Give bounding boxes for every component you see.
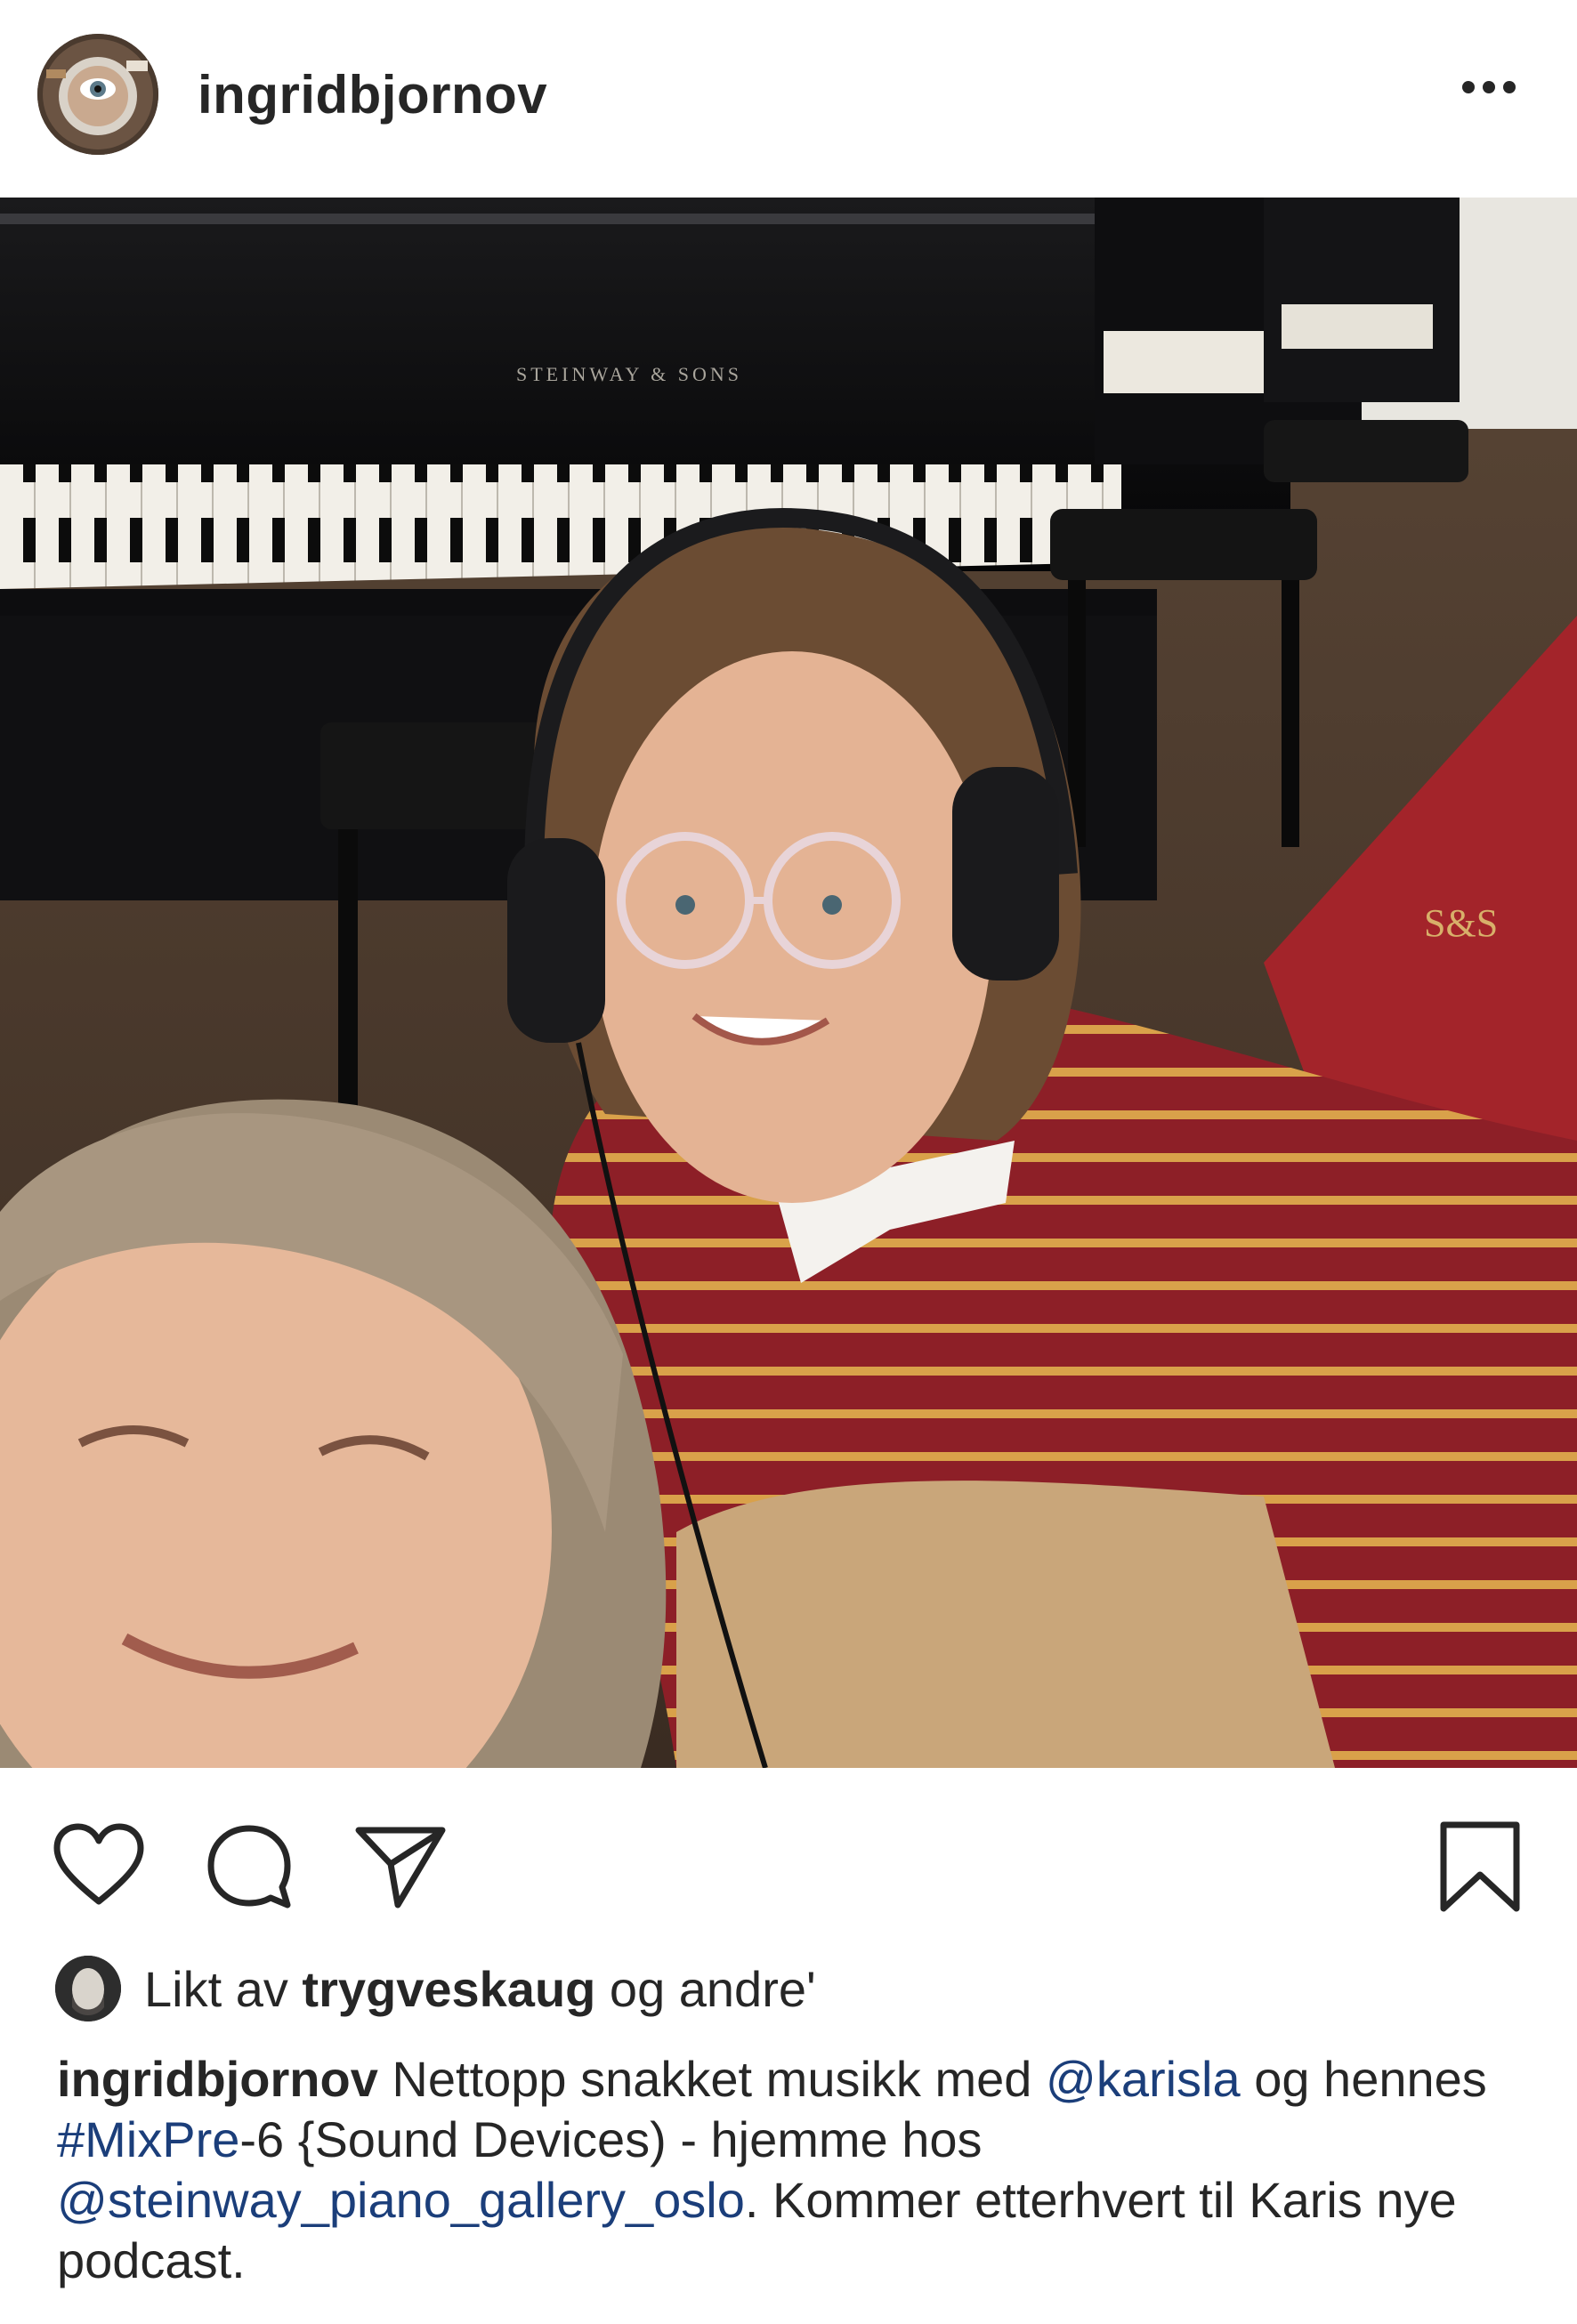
post-photo[interactable]: S&S STEINWAY & SONS — [0, 198, 1577, 1768]
bookmark-icon[interactable] — [1431, 1818, 1529, 1916]
liker-avatar[interactable] — [55, 1956, 121, 2021]
likes-user-link[interactable]: trygveskaug — [302, 1960, 595, 2018]
more-horizontal-icon[interactable] — [1458, 69, 1520, 105]
likes-row: Likt av trygveskaug og andre' — [55, 1953, 816, 2024]
likes-prefix: Likt av — [144, 1960, 288, 2017]
header-username[interactable]: ingridbjornov — [198, 64, 547, 125]
caption-username[interactable]: ingridbjornov — [57, 2051, 378, 2107]
send-icon[interactable] — [352, 1818, 449, 1916]
caption-mention-karisla[interactable]: @karisla — [1046, 2051, 1241, 2107]
steinway-logo-text: STEINWAY & SONS — [516, 363, 742, 385]
caption-text-1: Nettopp snakket musikk med — [392, 2051, 1032, 2107]
caption-text-2: og hennes — [1254, 2051, 1487, 2107]
post-header: ingridbjornov — [0, 0, 1577, 198]
profile-avatar[interactable] — [37, 34, 158, 155]
heart-icon[interactable] — [50, 1818, 148, 1916]
caption-mention-steinway[interactable]: @steinway_piano_gallery_oslo — [57, 2172, 745, 2228]
post-caption: ingridbjornov Nettopp snakket musikk med… — [57, 2049, 1534, 2291]
svg-text:S&S: S&S — [1424, 901, 1498, 945]
likes-suffix[interactable]: og andre' — [610, 1960, 816, 2018]
caption-text-3: -6 {Sound Devices) - hjemme hos — [239, 2111, 983, 2167]
action-bar — [0, 1768, 1577, 1946]
caption-hashtag-mixpre[interactable]: #MixPre — [57, 2111, 239, 2167]
comment-icon[interactable] — [200, 1818, 298, 1916]
